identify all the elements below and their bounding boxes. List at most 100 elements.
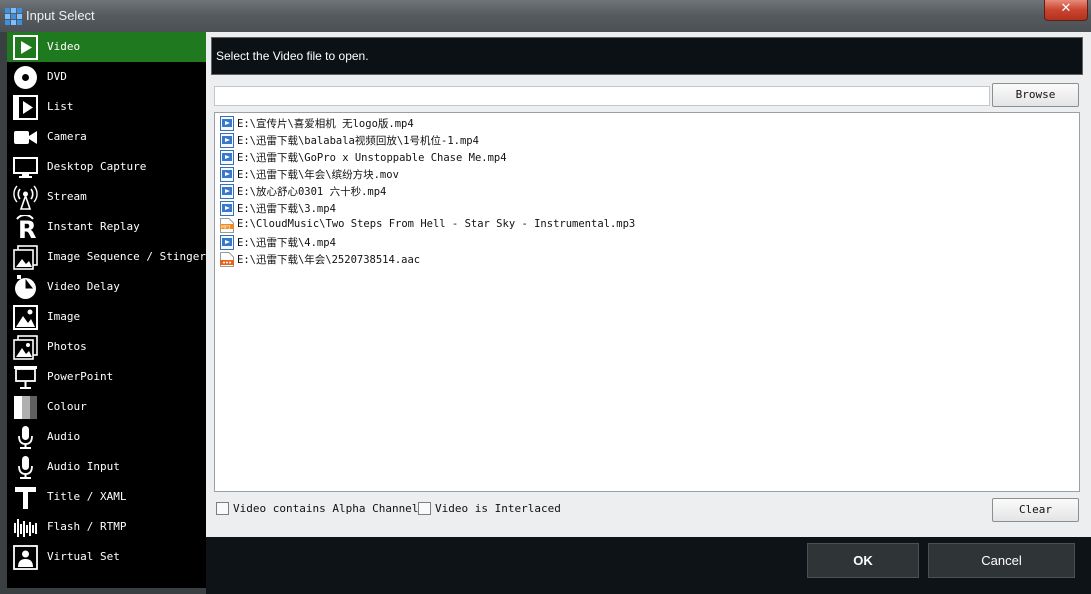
sidebar-item-label: Virtual Set (47, 550, 120, 563)
file-path: E:\宣传片\喜爱相机 无logo版.mp4 (237, 118, 414, 130)
cancel-button[interactable]: Cancel (928, 543, 1075, 578)
file-row[interactable]: E:\放心舒心0301 六十秒.mp4 (220, 183, 1060, 200)
sidebar-item-label: Video Delay (47, 280, 120, 293)
video-file-icon (220, 133, 234, 148)
virtual-set-icon (13, 545, 38, 570)
file-path: E:\迅雷下载\4.mp4 (237, 237, 336, 249)
sidebar-item-virtual-set[interactable]: Virtual Set (7, 542, 206, 572)
sidebar-item-camera[interactable]: Camera (7, 122, 206, 152)
desktop-capture-icon (13, 155, 38, 180)
file-row[interactable]: E:\宣传片\喜爱相机 无logo版.mp4 (220, 115, 1060, 132)
sidebar-item-powerpoint[interactable]: PowerPoint (7, 362, 206, 392)
file-row[interactable]: E:\迅雷下载\3.mp4 (220, 200, 1060, 217)
dvd-icon (13, 65, 38, 90)
file-row[interactable]: E:\迅雷下载\年会\2520738514.aac (220, 251, 1060, 268)
sidebar-item-video[interactable]: Video (7, 32, 206, 62)
sidebar-item-list[interactable]: List (7, 92, 206, 122)
sidebar-item-audio-input[interactable]: Audio Input (7, 452, 206, 482)
recent-files-list[interactable]: E:\宣传片\喜爱相机 无logo版.mp4 E:\迅雷下载\balabala视频… (214, 112, 1080, 492)
sidebar-item-audio[interactable]: Audio (7, 422, 206, 452)
sidebar-item-label: PowerPoint (47, 370, 114, 383)
sidebar-item-title-xaml[interactable]: Title / XAML (7, 482, 206, 512)
file-row[interactable]: E:\迅雷下载\GoPro x Unstoppable Chase Me.mp4 (220, 149, 1060, 166)
close-icon: ✕ (1060, 1, 1072, 16)
sidebar-item-colour[interactable]: Colour (7, 392, 206, 422)
stream-icon (13, 185, 38, 210)
checkbox-box[interactable] (418, 502, 431, 515)
video-file-icon (220, 184, 234, 199)
app-icon (5, 8, 22, 25)
checkbox-box[interactable] (216, 502, 229, 515)
audio-icon (13, 425, 38, 450)
sidebar-item-label: Image Sequence / Stinger (47, 250, 206, 263)
instruction-text: Select the Video file to open. (216, 49, 369, 63)
sidebar-item-image-sequence-stinger[interactable]: Image Sequence / Stinger (7, 242, 206, 272)
sidebar-item-flash-rtmp[interactable]: Flash / RTMP (7, 512, 206, 542)
sidebar-item-label: List (47, 100, 74, 113)
file-row[interactable]: MP3 E:\CloudMusic\Two Steps From Hell - S… (220, 217, 1060, 234)
file-path: E:\CloudMusic\Two Steps From Hell - Star… (237, 218, 636, 230)
sidebar-item-label: Photos (47, 340, 87, 353)
file-path: E:\迅雷下载\年会\缤纷方块.mov (237, 169, 399, 181)
window-title: Input Select (26, 8, 95, 23)
file-path: E:\迅雷下载\balabala视频回放\1号机位-1.mp4 (237, 135, 479, 147)
title-bar[interactable]: Input Select ✕ (0, 0, 1091, 32)
sidebar-item-label: Stream (47, 190, 87, 203)
sidebar-item-label: Video (47, 40, 81, 53)
close-button[interactable]: ✕ (1044, 0, 1088, 21)
flash-icon (13, 515, 38, 540)
sidebar-item-label: Desktop Capture (47, 160, 147, 173)
audio-input-icon (13, 455, 38, 480)
svg-text:R: R (18, 216, 36, 240)
instruction-header: Select the Video file to open. (211, 37, 1083, 75)
powerpoint-icon (13, 365, 38, 390)
file-path: E:\迅雷下载\3.mp4 (237, 203, 336, 215)
main-panel: Select the Video file to open. Browse E:… (206, 32, 1091, 594)
file-row[interactable]: E:\迅雷下载\年会\缤纷方块.mov (220, 166, 1060, 183)
svg-text:MP3: MP3 (221, 224, 231, 230)
sidebar-item-dvd[interactable]: DVD (7, 62, 206, 92)
browse-button[interactable]: Browse (992, 83, 1079, 107)
input-select-window: Input Select ✕ Video DVD List Camera Desktop… (0, 0, 1091, 594)
image-sequence-icon (13, 245, 38, 270)
title-icon (13, 485, 38, 510)
sidebar-item-label: Audio Input (47, 460, 120, 473)
video-delay-icon (13, 275, 38, 300)
instant-replay-icon: R (13, 214, 38, 244)
clear-button[interactable]: Clear (992, 498, 1079, 522)
video-file-icon (220, 235, 234, 250)
sidebar-item-label: Image (47, 310, 81, 323)
input-type-sidebar: Video DVD List Camera Desktop Capture Stream R… (7, 32, 206, 588)
file-path: E:\迅雷下载\年会\2520738514.aac (237, 254, 421, 266)
aac-file-icon (220, 252, 234, 267)
sidebar-item-label: DVD (47, 70, 67, 83)
sidebar-item-label: Audio (47, 430, 81, 443)
sidebar-item-image[interactable]: Image (7, 302, 206, 332)
video-file-icon (220, 201, 234, 216)
dialog-footer: OK Cancel (206, 537, 1091, 594)
file-path: E:\放心舒心0301 六十秒.mp4 (237, 186, 387, 198)
video-file-icon (220, 167, 234, 182)
file-path-input[interactable] (214, 86, 990, 106)
checkbox-label: Video is Interlaced (435, 502, 561, 515)
sidebar-item-stream[interactable]: Stream (7, 182, 206, 212)
photos-icon (13, 335, 38, 360)
sidebar-item-photos[interactable]: Photos (7, 332, 206, 362)
video-file-icon (220, 150, 234, 165)
sidebar-item-label: Colour (47, 400, 87, 413)
camera-icon (13, 125, 38, 150)
colour-icon (13, 395, 38, 420)
file-row[interactable]: E:\迅雷下载\4.mp4 (220, 234, 1060, 251)
sidebar-item-instant-replay[interactable]: R Instant Replay (7, 212, 206, 244)
video-file-icon (220, 116, 234, 131)
sidebar-item-label: Title / XAML (47, 490, 127, 503)
checkbox-label: Video contains Alpha Channel (233, 502, 419, 515)
mp3-file-icon: MP3 (220, 218, 234, 233)
sidebar-item-label: Instant Replay (47, 220, 140, 233)
sidebar-item-desktop-capture[interactable]: Desktop Capture (7, 152, 206, 182)
sidebar-item-label: Camera (47, 130, 87, 143)
file-row[interactable]: E:\迅雷下载\balabala视频回放\1号机位-1.mp4 (220, 132, 1060, 149)
sidebar-item-video-delay[interactable]: Video Delay (7, 272, 206, 302)
ok-button[interactable]: OK (807, 543, 919, 578)
list-icon (13, 95, 38, 120)
